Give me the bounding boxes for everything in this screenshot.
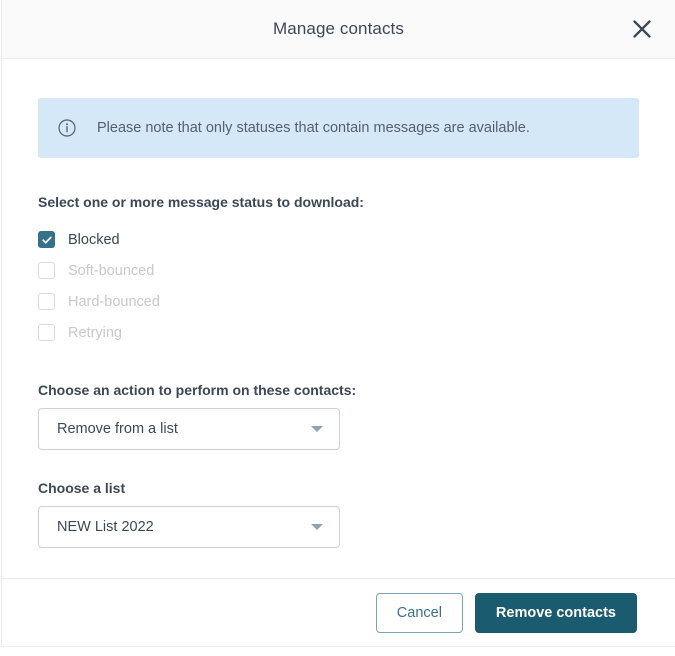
list-field-block: Choose a list NEW List 2022 [38, 480, 639, 548]
chevron-down-icon [311, 524, 323, 530]
action-field-block: Choose an action to perform on these con… [38, 382, 639, 450]
cancel-button[interactable]: Cancel [375, 592, 463, 633]
checkbox-row-hard-bounced: Hard-bounced [38, 286, 639, 317]
remove-contacts-button[interactable]: Remove contacts [474, 592, 637, 633]
info-banner-text: Please note that only statuses that cont… [97, 120, 530, 136]
checkbox-label: Soft-bounced [68, 262, 155, 279]
checkbox-row-soft-bounced: Soft-bounced [38, 255, 639, 286]
manage-contacts-dialog: Manage contacts Please note that only st… [2, 0, 675, 646]
dialog-title: Manage contacts [273, 19, 404, 38]
chevron-down-icon [311, 426, 323, 432]
checkbox-unchecked-icon [38, 324, 55, 341]
action-field-label: Choose an action to perform on these con… [38, 382, 357, 398]
action-select-value: Remove from a list [57, 421, 178, 437]
checkbox-label: Retrying [68, 324, 122, 341]
background-page-bottom [0, 646, 675, 656]
close-icon [631, 18, 653, 40]
status-section-label: Select one or more message status to dow… [38, 194, 364, 210]
checkbox-unchecked-icon [38, 293, 55, 310]
list-select-value: NEW List 2022 [57, 519, 154, 535]
action-select[interactable]: Remove from a list [38, 408, 340, 450]
dialog-body: Please note that only statuses that cont… [2, 59, 675, 578]
checkbox-row-retrying: Retrying [38, 317, 639, 348]
checkbox-checked-icon[interactable] [38, 231, 55, 248]
list-select[interactable]: NEW List 2022 [38, 506, 340, 548]
close-dialog-button[interactable] [625, 12, 659, 46]
checkbox-label: Hard-bounced [68, 293, 160, 310]
info-circle-icon [58, 119, 76, 137]
checkbox-row-blocked[interactable]: Blocked [38, 224, 639, 255]
status-checkbox-list: Blocked Soft-bounced Hard-bounced Retryi… [38, 224, 639, 348]
dialog-footer: Cancel Remove contacts [2, 578, 675, 646]
dialog-header: Manage contacts [2, 0, 675, 59]
list-field-label: Choose a list [38, 480, 126, 496]
checkbox-label: Blocked [68, 231, 120, 248]
checkbox-unchecked-icon [38, 262, 55, 279]
info-banner: Please note that only statuses that cont… [38, 98, 639, 158]
